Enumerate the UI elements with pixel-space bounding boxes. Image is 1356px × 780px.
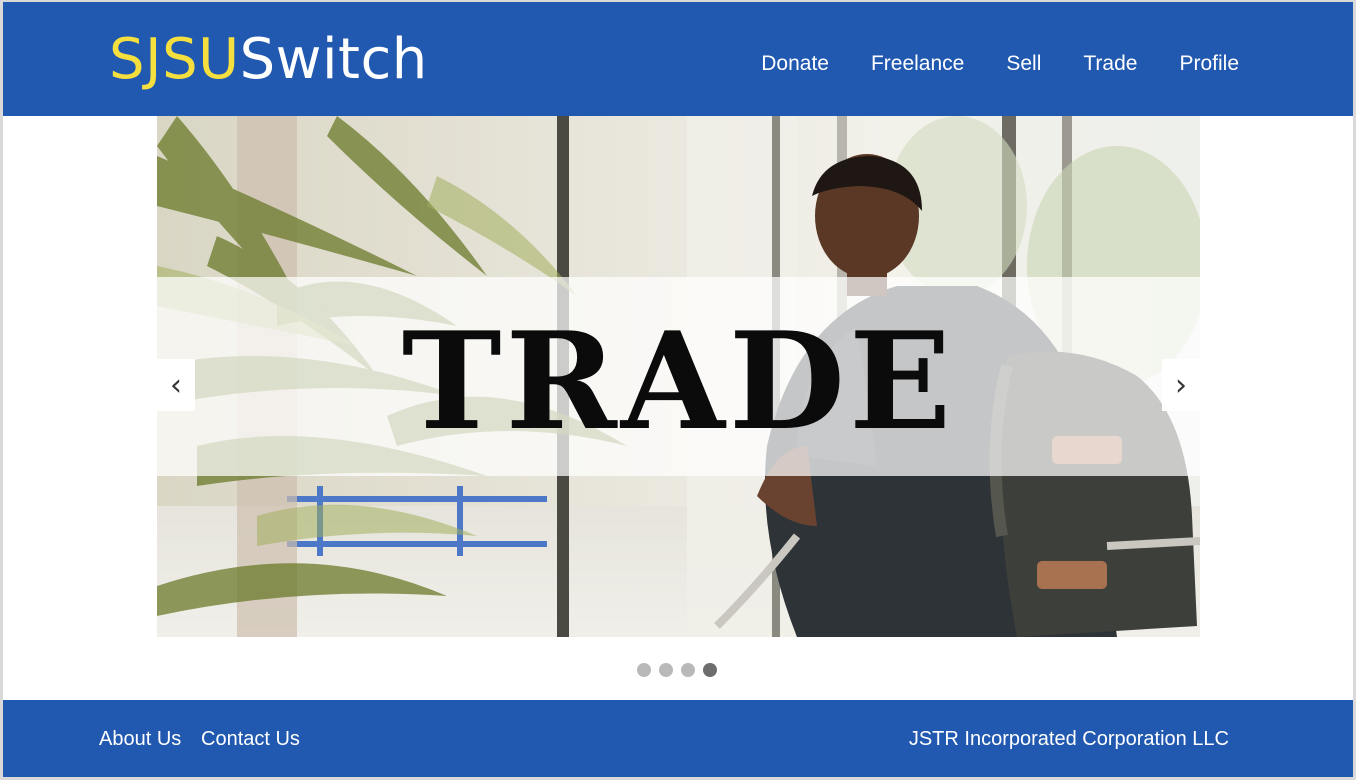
logo-switch: Switch — [239, 27, 428, 92]
carousel-dot-2[interactable] — [659, 663, 673, 677]
main-nav: Donate Freelance Sell Trade Profile — [761, 52, 1239, 76]
nav-profile[interactable]: Profile — [1179, 52, 1239, 76]
site-header: SJSUSwitch Donate Freelance Sell Trade P… — [3, 2, 1353, 116]
carousel-dot-4[interactable] — [703, 663, 717, 677]
footer-company-name: JSTR Incorporated Corporation LLC — [908, 728, 1229, 750]
carousel-prev-button[interactable]: ‹ — [157, 359, 195, 411]
carousel-dot-3[interactable] — [681, 663, 695, 677]
nav-trade[interactable]: Trade — [1083, 52, 1137, 76]
site-footer: About Us Contact Us JSTR Incorporated Co… — [3, 700, 1353, 777]
nav-sell[interactable]: Sell — [1006, 52, 1041, 76]
carousel-dot-1[interactable] — [637, 663, 651, 677]
footer-contact-link[interactable]: Contact Us — [201, 728, 300, 751]
page-frame: SJSUSwitch Donate Freelance Sell Trade P… — [0, 0, 1356, 780]
site-logo[interactable]: SJSUSwitch — [109, 28, 428, 92]
nav-donate[interactable]: Donate — [761, 52, 829, 76]
slide-title: TRADE — [401, 301, 956, 460]
footer-about-link[interactable]: About Us — [99, 728, 181, 751]
nav-freelance[interactable]: Freelance — [871, 52, 964, 76]
logo-sjsu: SJSU — [109, 27, 240, 92]
carousel-indicators — [637, 663, 717, 677]
hero-carousel: TRADE ‹ › — [157, 116, 1200, 637]
carousel-next-button[interactable]: › — [1162, 359, 1200, 411]
chevron-left-icon: ‹ — [170, 367, 182, 403]
chevron-right-icon: › — [1175, 367, 1187, 403]
